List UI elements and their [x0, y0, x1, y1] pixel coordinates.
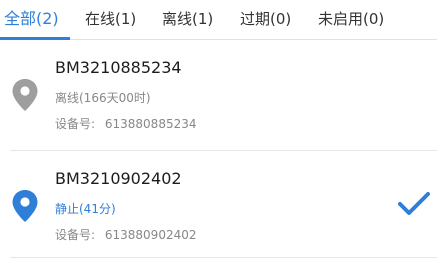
device-list-item[interactable]: BM3210902402 静止(41分) 设备号: 613880902402 [0, 151, 437, 261]
device-number: 设备号: 613880902402 [55, 226, 197, 244]
device-status: 离线(166天00时) [55, 91, 151, 105]
status-tab-bar: 全部(2) 在线(1) 离线(1) 过期(0) 未启用(0) [0, 0, 437, 40]
tab-offline[interactable]: 离线(1) [162, 8, 213, 30]
device-name: BM3210902402 [55, 169, 182, 188]
device-status: 静止(41分) [55, 202, 116, 216]
device-number: 设备号: 613880885234 [55, 115, 197, 133]
location-pin-icon [12, 79, 38, 111]
device-number-label: 设备号: [55, 117, 96, 131]
location-pin-icon [12, 190, 38, 222]
device-number-value: 613880885234 [104, 117, 197, 131]
device-name: BM3210885234 [55, 58, 182, 77]
tab-online[interactable]: 在线(1) [85, 8, 136, 30]
device-number-value: 613880902402 [104, 228, 197, 242]
tab-expired[interactable]: 过期(0) [240, 8, 291, 30]
tab-all[interactable]: 全部(2) [4, 8, 59, 30]
tab-inactive[interactable]: 未启用(0) [318, 8, 384, 30]
checkmark-icon [398, 192, 430, 215]
device-number-label: 设备号: [55, 228, 96, 242]
device-list-item[interactable]: BM3210885234 离线(166天00时) 设备号: 6138808852… [0, 40, 437, 150]
